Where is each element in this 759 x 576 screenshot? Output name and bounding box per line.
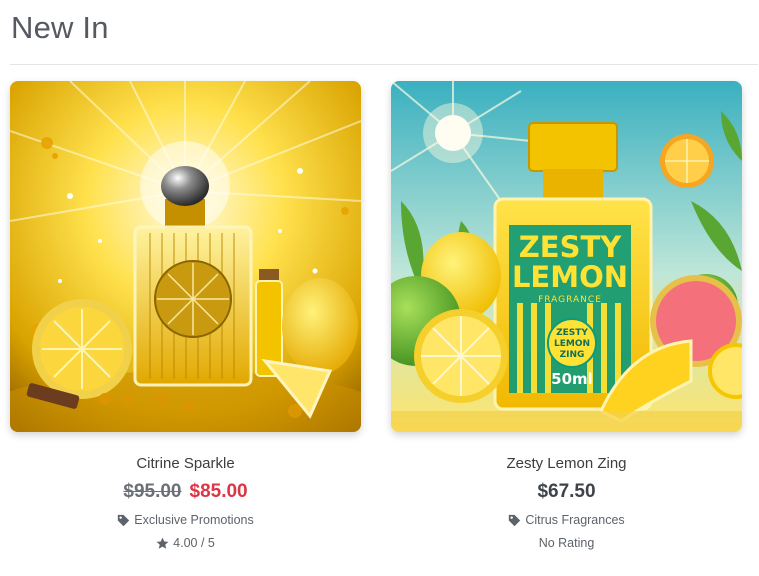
product-category[interactable]: Citrus Fragrances [391,512,742,528]
tag-icon [509,514,521,526]
bottle-volume: 50ml [551,370,593,388]
regular-price: $67.50 [537,481,596,502]
price-row: $67.50 [391,480,742,504]
product-name[interactable]: Citrine Sparkle [10,454,361,474]
badge-line2: LEMON [554,339,590,349]
rating-value: No Rating [538,536,595,550]
bottle-label-line3: FRAGRANCE [538,295,602,305]
section-title: New In [11,10,109,45]
price-row: $95.00 $85.00 [10,480,361,504]
product-rating: No Rating [391,535,742,551]
bottle-label-line1: ZESTY [519,230,623,264]
product-category[interactable]: Exclusive Promotions [10,512,361,528]
product-card: ZESTY LEMON FRAGRANCE ZESTY LEMON ZING 5… [391,81,742,551]
section-divider [10,64,758,65]
sale-price: $85.00 [189,481,248,502]
product-rating: 4.00 / 5 [10,535,361,551]
bottle-label-line2: LEMON [512,260,628,294]
product-image-link[interactable]: ZESTY LEMON FRAGRANCE ZESTY LEMON ZING 5… [391,81,742,432]
category-label: Citrus Fragrances [525,513,625,527]
tag-icon [118,514,130,526]
product-image: ZESTY LEMON FRAGRANCE ZESTY LEMON ZING 5… [391,81,742,432]
original-price: $95.00 [123,481,182,502]
product-image [10,81,361,432]
star-icon [156,537,169,549]
product-card: Citrine Sparkle $95.00 $85.00 Exclusive P… [10,81,361,551]
badge-line3: ZING [560,350,585,360]
category-label: Exclusive Promotions [134,513,254,527]
badge-line1: ZESTY [556,328,588,338]
rating-value: 4.00 / 5 [173,536,215,550]
product-image-link[interactable] [10,81,361,432]
product-name[interactable]: Zesty Lemon Zing [391,454,742,474]
